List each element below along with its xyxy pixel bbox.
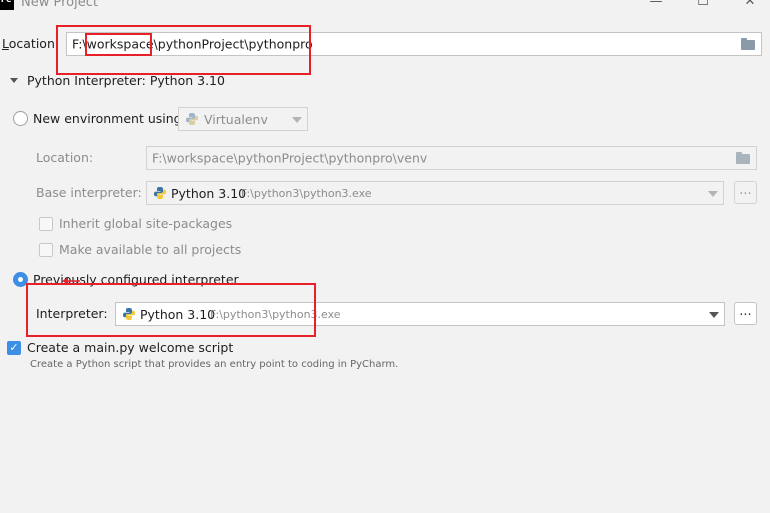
- make-available-checkbox[interactable]: [39, 243, 53, 257]
- chevron-down-icon: [709, 312, 719, 318]
- folder-icon[interactable]: [741, 38, 755, 50]
- location-label: Location:: [2, 36, 59, 51]
- make-available-label[interactable]: Make available to all projects: [59, 242, 241, 257]
- venv-location-field[interactable]: F:\workspace\pythonProject\pythonpro\ven…: [146, 146, 757, 170]
- interpreter-section-title[interactable]: Python Interpreter: Python 3.10: [27, 73, 225, 88]
- location-label-mnemonic: L: [2, 36, 9, 51]
- welcome-script-checkbox[interactable]: ✓: [7, 341, 21, 355]
- annotation-arrow-icon: [62, 277, 80, 285]
- pycharm-logo-icon: PC: [0, 0, 14, 10]
- annotation-highlight-interpreter: [26, 283, 316, 337]
- env-tool-value: Virtualenv: [204, 112, 268, 127]
- venv-location-label: Location:: [36, 150, 94, 165]
- virtualenv-icon: [186, 113, 198, 125]
- welcome-script-label[interactable]: Create a main.py welcome script: [27, 340, 233, 355]
- folder-icon[interactable]: [736, 152, 750, 164]
- maximize-button[interactable]: ☐: [680, 0, 726, 10]
- new-environment-radio[interactable]: [13, 111, 28, 126]
- close-button[interactable]: ✕: [727, 0, 770, 10]
- chevron-down-icon: [708, 191, 718, 197]
- env-tool-dropdown[interactable]: Virtualenv: [178, 107, 308, 131]
- python-icon: [154, 187, 166, 199]
- location-label-rest: ocation:: [8, 36, 60, 51]
- base-interpreter-dropdown[interactable]: Python 3.10 F:\python3\python3.exe: [146, 181, 724, 205]
- inherit-packages-label[interactable]: Inherit global site-packages: [59, 216, 232, 231]
- window-title: New Project: [21, 0, 98, 10]
- app-icon-text: PC: [1, 0, 12, 4]
- chevron-down-icon: [292, 117, 302, 123]
- base-interpreter-label: Base interpreter:: [36, 185, 142, 200]
- new-environment-label[interactable]: New environment using: [33, 111, 182, 126]
- minimize-button[interactable]: —: [633, 0, 679, 10]
- inherit-packages-checkbox[interactable]: [39, 217, 53, 231]
- annotation-highlight-workspace: [85, 33, 152, 56]
- title-bar: PC New Project — ☐ ✕: [0, 0, 770, 12]
- welcome-script-description: Create a Python script that provides an …: [30, 359, 399, 370]
- venv-location-value[interactable]: F:\workspace\pythonProject\pythonpro\ven…: [152, 151, 427, 166]
- base-interpreter-path: F:\python3\python3.exe: [241, 187, 372, 200]
- base-interpreter-browse-button[interactable]: ...: [734, 181, 757, 204]
- base-interpreter-name: Python 3.10: [171, 186, 247, 201]
- collapse-arrow-icon[interactable]: [10, 78, 18, 83]
- interpreter-browse-button[interactable]: ...: [734, 302, 757, 325]
